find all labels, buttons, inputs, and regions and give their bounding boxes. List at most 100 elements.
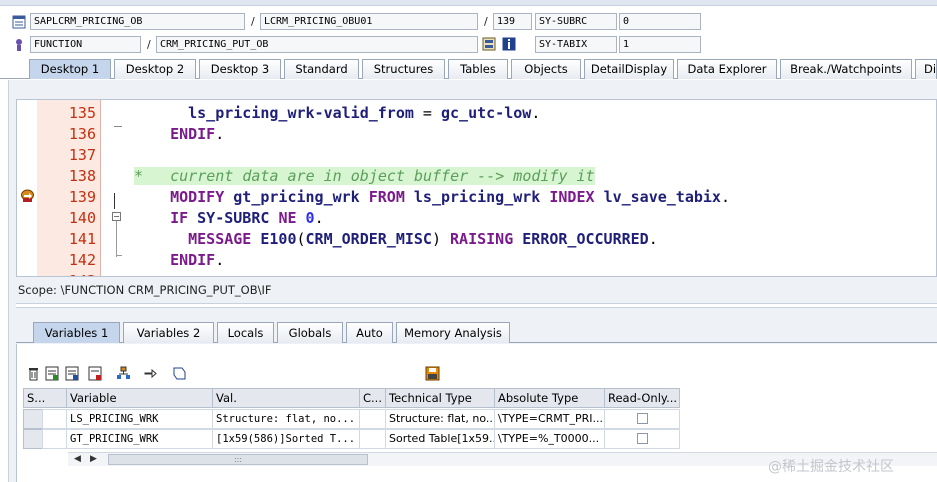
tab-globals[interactable]: Globals — [277, 322, 343, 343]
code-line-138[interactable]: * current data are in object buffer --> … — [134, 166, 595, 187]
code-line-141[interactable]: MESSAGE E100(CRM_ORDER_MISC) RAISING ERR… — [152, 229, 658, 250]
tab-desktop-1[interactable]: Desktop 1 — [29, 59, 111, 79]
table-cell-absolute-type[interactable]: \TYPE=%_T0000... — [494, 429, 605, 449]
code-token: . — [531, 104, 541, 122]
delete-icon[interactable] — [26, 366, 41, 381]
save-variables-icon[interactable] — [88, 366, 103, 381]
scroll-left-icon[interactable]: ◀ — [74, 454, 81, 464]
sysvar2-value-field[interactable]: 1 — [619, 36, 701, 53]
event-name-field[interactable]: CRM_PRICING_PUT_OB — [156, 36, 478, 53]
tab-desktop-2[interactable]: Desktop 2 — [114, 59, 196, 79]
info-icon[interactable] — [502, 37, 516, 51]
tab-overflow[interactable]: Di — [915, 59, 937, 79]
column-header-status[interactable]: S... — [23, 388, 67, 408]
row-selector[interactable] — [23, 429, 43, 449]
tab-memory-analysis[interactable]: Memory Analysis — [396, 322, 510, 343]
tab-detail-display[interactable]: DetailDisplay — [584, 59, 674, 79]
tab-auto[interactable]: Auto — [346, 322, 393, 343]
code-token: MESSAGE — [188, 230, 252, 248]
table-cell-change — [359, 429, 386, 449]
tab-locals[interactable]: Locals — [217, 322, 274, 343]
line-number: 136 — [68, 125, 96, 143]
code-token: gc_utc-low — [441, 104, 532, 122]
tab-standard[interactable]: Standard — [284, 59, 359, 79]
fold-collapse-icon[interactable]: − — [112, 212, 121, 221]
column-header-read-only[interactable]: Read-Only... — [604, 388, 680, 408]
code-token: E100 — [260, 230, 297, 248]
code-token: ) — [431, 230, 451, 248]
column-header-change[interactable]: C... — [359, 388, 386, 408]
read-only-checkbox[interactable] — [637, 413, 648, 424]
code-line-135[interactable]: ls_pricing_wrk-valid_from = gc_utc-low. — [152, 103, 540, 124]
code-token: . — [648, 230, 658, 248]
code-token: NE — [278, 209, 297, 227]
table-cell-variable[interactable]: LS_PRICING_WRK — [66, 409, 213, 429]
column-header-technical-type[interactable]: Technical Type — [385, 388, 495, 408]
tab-variables-2[interactable]: Variables 2 — [123, 322, 214, 343]
table-cell-variable[interactable]: GT_PRICING_WRK — [66, 429, 213, 449]
expand-icon[interactable] — [172, 366, 187, 381]
breakpoint-current-line-icon[interactable] — [20, 189, 35, 204]
row-selector[interactable] — [23, 409, 43, 429]
sysvar2-name-field[interactable]: SY-TABIX — [535, 36, 617, 53]
import-variables-icon[interactable] — [45, 366, 60, 381]
fold-line — [116, 221, 117, 257]
line-number: 135 — [68, 104, 96, 122]
tab-objects[interactable]: Objects — [511, 59, 581, 79]
event-type-field[interactable]: FUNCTION — [30, 36, 141, 53]
tab-structures[interactable]: Structures — [362, 59, 445, 79]
code-line-142[interactable]: ENDIF. — [152, 250, 224, 271]
display-source-icon[interactable] — [482, 37, 496, 51]
tab-data-explorer[interactable]: Data Explorer — [677, 59, 777, 79]
tab-desktop-3[interactable]: Desktop 3 — [199, 59, 281, 79]
read-only-checkbox[interactable] — [637, 433, 648, 444]
hierarchy-icon[interactable] — [116, 366, 131, 381]
column-header-absolute-type[interactable]: Absolute Type — [494, 388, 605, 408]
code-area[interactable]: − ls_pricing_wrk-valid_from = gc_utc-low… — [102, 100, 936, 276]
navigate-icon[interactable] — [143, 366, 158, 381]
line-number: 139 — [68, 188, 96, 206]
scroll-right-icon[interactable]: ▶ — [90, 454, 97, 464]
tab-tables[interactable]: Tables — [448, 59, 508, 79]
line-number: 138 — [68, 167, 96, 185]
table-cell-value[interactable]: [1x59(586)]Sorted T... — [212, 429, 360, 449]
code-token: FROM — [368, 188, 405, 206]
column-header-variable[interactable]: Variable — [66, 388, 213, 408]
save-icon[interactable] — [425, 366, 440, 381]
line-number: 140 — [68, 209, 96, 227]
table-cell-technical-type[interactable]: Sorted Table[1x59... — [385, 429, 495, 449]
variable-list-icon[interactable] — [65, 366, 80, 381]
function-icon — [16, 39, 22, 51]
program-icon — [12, 15, 26, 29]
table-cell-value[interactable]: Structure: flat, no... — [212, 409, 360, 429]
include-field[interactable]: LCRM_PRICING_OBU01 — [260, 13, 478, 30]
table-cell-absolute-type[interactable]: \TYPE=CRMT_PRI... — [494, 409, 605, 429]
debugger-header: SAPLCRM_PRICING_OB / LCRM_PRICING_OBU01 … — [0, 6, 937, 58]
tab-break-watchpoints[interactable]: Break./Watchpoints — [780, 59, 912, 79]
scroll-thumb[interactable]: ::: — [108, 454, 368, 465]
code-line-136[interactable]: ENDIF. — [152, 124, 224, 145]
line-number-field[interactable]: 139 — [493, 13, 532, 30]
code-token: MODIFY — [170, 188, 225, 206]
code-line-139[interactable]: MODIFY gt_pricing_wrk FROM ls_pricing_wr… — [152, 187, 730, 208]
source-code-editor[interactable]: 135 136 137 138 139 140 141 142 143 − ls… — [16, 99, 937, 277]
column-header-value[interactable]: Val. — [212, 388, 360, 408]
tab-variables-1[interactable]: Variables 1 — [33, 322, 120, 343]
desktop-tabstrip: Desktop 1 Desktop 2 Desktop 3 Standard S… — [0, 57, 937, 79]
table-cell-technical-type[interactable]: Structure: flat, no... — [385, 409, 495, 429]
breakpoint-gutter[interactable] — [17, 100, 37, 276]
sysvar1-value-field[interactable]: 0 — [619, 13, 701, 30]
code-token: ls_pricing_wrk-valid_from — [188, 104, 414, 122]
program-field[interactable]: SAPLCRM_PRICING_OB — [30, 13, 245, 30]
code-line-140[interactable]: IF SY-SUBRC NE 0. — [152, 208, 324, 229]
pane-splitter[interactable] — [16, 303, 937, 308]
line-number: 137 — [68, 146, 96, 164]
sysvar1-name-field[interactable]: SY-SUBRC — [535, 13, 617, 30]
